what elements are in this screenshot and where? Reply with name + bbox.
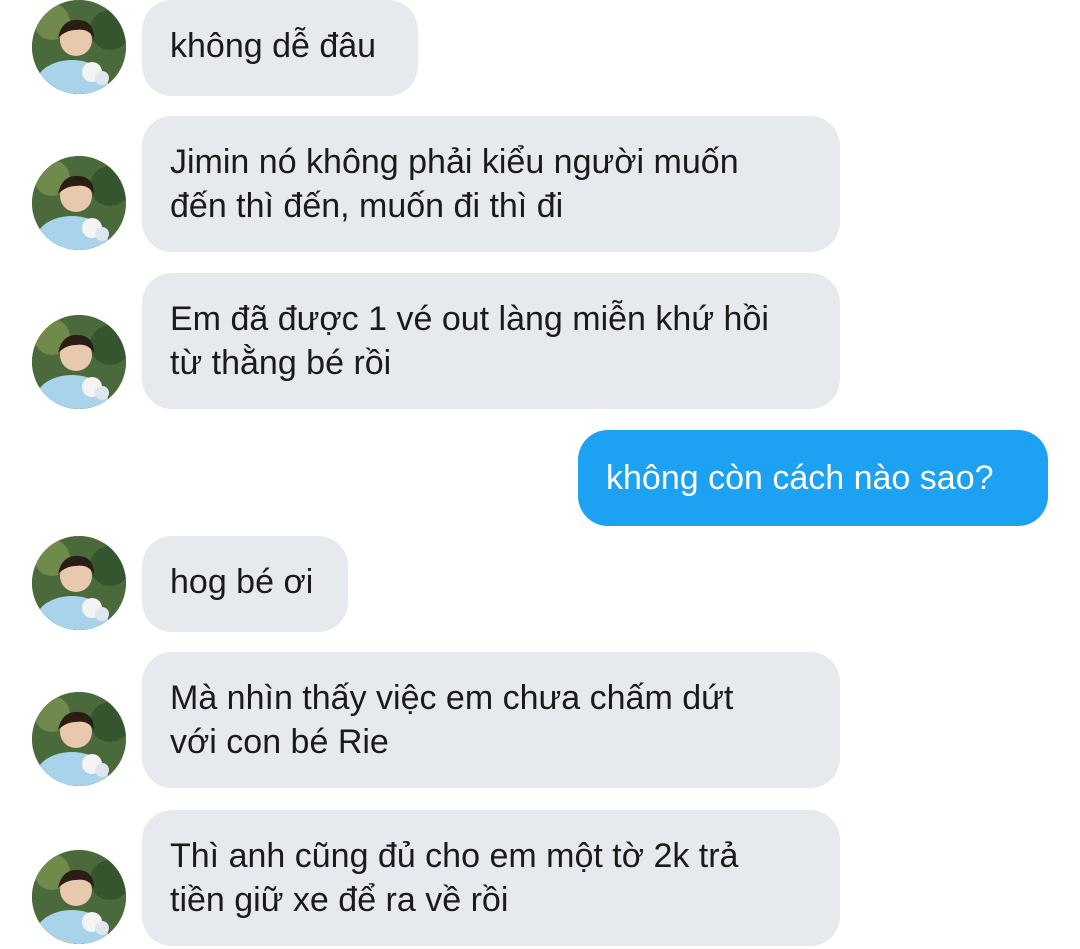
message-row-incoming: Mà nhìn thấy việc em chưa chấm dứt với c… (0, 652, 1080, 788)
avatar-photo-icon (32, 315, 126, 409)
chat-thread: không dễ đâu Jimin nó không phải kiểu ng… (0, 0, 1080, 949)
avatar-photo-icon (32, 692, 126, 786)
message-bubble-incoming[interactable]: Mà nhìn thấy việc em chưa chấm dứt với c… (142, 652, 840, 788)
message-row-incoming: Em đã được 1 vé out làng miễn khứ hồi từ… (0, 273, 1080, 409)
message-bubble-incoming[interactable]: hog bé ơi (142, 536, 348, 632)
message-row-outgoing: không còn cách nào sao? (0, 430, 1080, 526)
message-bubble-incoming[interactable]: không dễ đâu (142, 0, 418, 96)
avatar[interactable] (32, 0, 126, 94)
message-bubble-outgoing[interactable]: không còn cách nào sao? (578, 430, 1048, 526)
message-row-incoming: không dễ đâu (0, 0, 1080, 96)
avatar-photo-icon (32, 156, 126, 250)
avatar-photo-icon (32, 536, 126, 630)
avatar-photo-icon (32, 0, 126, 94)
avatar[interactable] (32, 692, 126, 786)
avatar[interactable] (32, 315, 126, 409)
message-bubble-incoming[interactable]: Em đã được 1 vé out làng miễn khứ hồi từ… (142, 273, 840, 409)
message-row-incoming: Jimin nó không phải kiểu người muốn đến … (0, 116, 1080, 252)
message-bubble-incoming[interactable]: Jimin nó không phải kiểu người muốn đến … (142, 116, 840, 252)
avatar[interactable] (32, 850, 126, 944)
message-row-incoming: Thì anh cũng đủ cho em một tờ 2k trả tiề… (0, 810, 1080, 946)
avatar[interactable] (32, 536, 126, 630)
message-bubble-incoming[interactable]: Thì anh cũng đủ cho em một tờ 2k trả tiề… (142, 810, 840, 946)
avatar[interactable] (32, 156, 126, 250)
avatar-photo-icon (32, 850, 126, 944)
message-row-incoming: hog bé ơi (0, 536, 1080, 632)
